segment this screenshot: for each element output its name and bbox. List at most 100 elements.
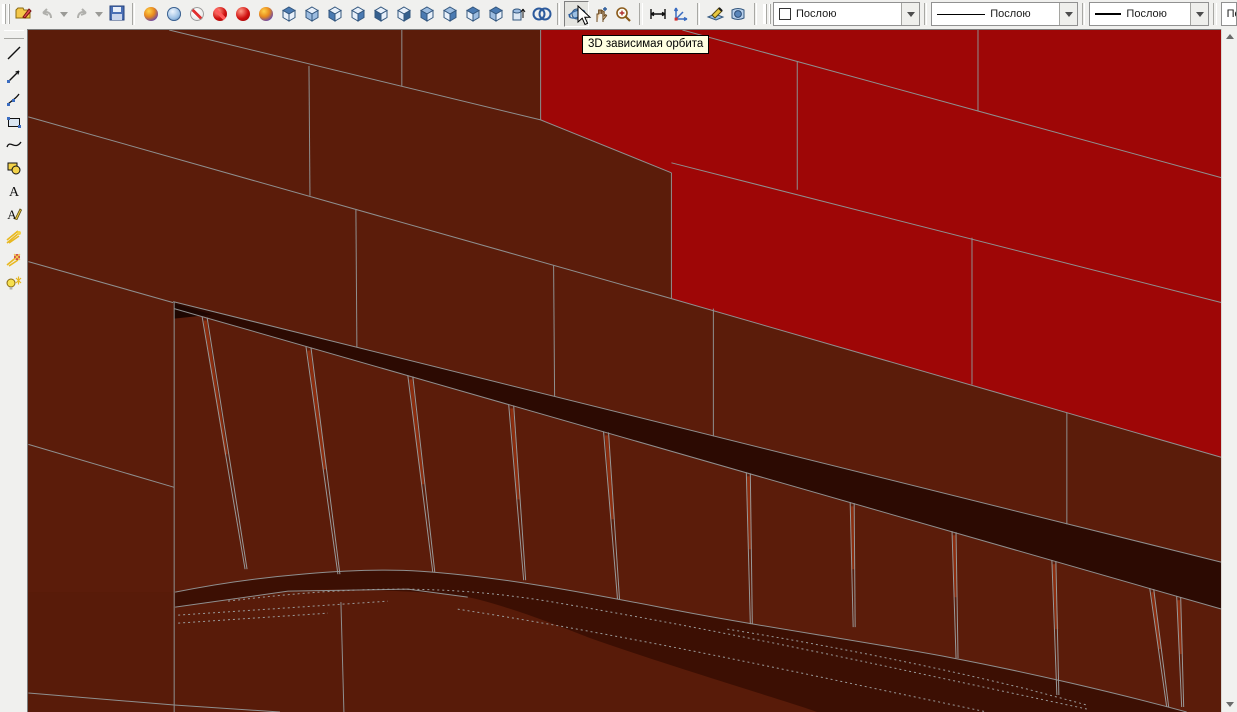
linetype-preview [937,14,985,15]
linetype-combobox[interactable]: Послою [931,2,1078,26]
view-bottom-button[interactable] [300,2,323,26]
view-top-icon [280,5,298,23]
shade-gouraud-edges-button[interactable] [254,2,277,26]
vertical-scrollbar[interactable] [1221,29,1237,712]
svg-text:A: A [7,207,17,222]
iso-nw-button[interactable] [484,2,507,26]
edit-text-button[interactable]: A [2,202,26,225]
chevron-down-icon [1196,12,1204,21]
sphere-shaded-icon [144,7,158,21]
lineweight-combo-arrow[interactable] [1190,3,1208,25]
iso-sw-button[interactable] [415,2,438,26]
shade-gouraud-button[interactable] [231,2,254,26]
zoom-button[interactable] [612,2,635,26]
toolbar-separator [132,3,135,25]
toolbar-separator [639,3,642,25]
toolbar-separator [924,3,927,25]
spark-button[interactable] [2,225,26,248]
render-button[interactable] [704,2,727,26]
lineweight-value: Послою [1126,8,1166,20]
color-combobox[interactable]: Послою [773,2,920,26]
spline-icon [6,137,22,153]
view-back-button[interactable] [392,2,415,26]
camera-button[interactable] [530,2,553,26]
iso-nw-icon [487,5,505,23]
lineweight-preview [1095,13,1121,15]
shade-hidden-button[interactable] [185,2,208,26]
edit-text-icon: A [6,206,22,222]
orbit-button[interactable] [564,1,589,27]
chevron-down-icon [60,12,68,21]
undo-icon [39,5,55,24]
3d-views-icon [729,6,747,23]
undo-button[interactable] [35,2,58,26]
construction-line-button[interactable] [2,64,26,87]
toolbar-grip[interactable] [4,30,24,39]
toolbar-grip[interactable] [763,4,771,24]
left-dock: A A [0,28,27,712]
lineweight-combobox[interactable]: Послою [1089,2,1209,26]
orbit-3d-icon [568,5,586,23]
draw-toolbar: A A [0,28,27,294]
rectangle-button[interactable] [2,110,26,133]
redo-expand-button[interactable] [93,2,105,26]
scroll-down-button[interactable] [1222,697,1237,712]
view-left-button[interactable] [323,2,346,26]
iso-sw-icon [418,5,436,23]
bulb-spark-button[interactable] [2,271,26,294]
sphere-red-icon [236,7,250,21]
plotstyle-combobox[interactable]: По [1221,2,1237,26]
save-icon [109,5,125,24]
iso-se-button[interactable] [438,2,461,26]
linetype-combo-arrow[interactable] [1059,3,1077,25]
sphere-hidden-icon [190,7,204,21]
distance-icon [649,7,667,21]
redo-button[interactable] [70,2,93,26]
pan-button[interactable] [589,2,612,26]
ucs-button[interactable] [670,2,693,26]
view-right-button[interactable] [346,2,369,26]
ucs-axes-icon [672,5,690,23]
svg-text:A: A [8,185,19,199]
shade-flat-edges-button[interactable] [208,2,231,26]
shade-wireframe-button[interactable] [162,2,185,26]
3d-views-button[interactable] [727,2,750,26]
drawing-viewport[interactable] [27,29,1222,712]
spline-button[interactable] [2,133,26,156]
spark-red-icon [5,252,22,268]
arrow-down-icon [1226,702,1234,711]
model-view [28,30,1222,712]
toolbar-grip[interactable] [2,4,10,24]
iso-ne-icon [464,5,482,23]
region-icon [6,160,22,176]
shade-flat-button[interactable] [139,2,162,26]
view-object-button[interactable] [507,2,530,26]
linetype-value: Послою [990,8,1030,20]
save-button[interactable] [105,2,128,26]
redo-icon [74,5,90,24]
iso-ne-button[interactable] [461,2,484,26]
render-icon [706,6,725,22]
view-left-icon [326,5,344,23]
text-button[interactable]: A [2,179,26,202]
spark-red-button[interactable] [2,248,26,271]
toolbar-separator [697,3,700,25]
open-button[interactable] [12,2,35,26]
distance-button[interactable] [647,2,670,26]
zoom-icon [615,6,632,23]
view-top-button[interactable] [277,2,300,26]
scroll-up-button[interactable] [1222,29,1237,44]
undo-expand-button[interactable] [58,2,70,26]
camera-lens-icon [532,7,552,21]
view-front-icon [372,5,390,23]
tooltip-text: 3D зависимая орбита [588,38,703,50]
line-button[interactable] [2,41,26,64]
construction-line-icon [6,68,22,84]
polyline-icon [6,91,22,107]
sphere-red-slash-icon [213,7,227,21]
region-button[interactable] [2,156,26,179]
color-combo-arrow[interactable] [901,3,919,25]
polyline-button[interactable] [2,87,26,110]
view-front-button[interactable] [369,2,392,26]
color-value: Послою [796,8,836,20]
